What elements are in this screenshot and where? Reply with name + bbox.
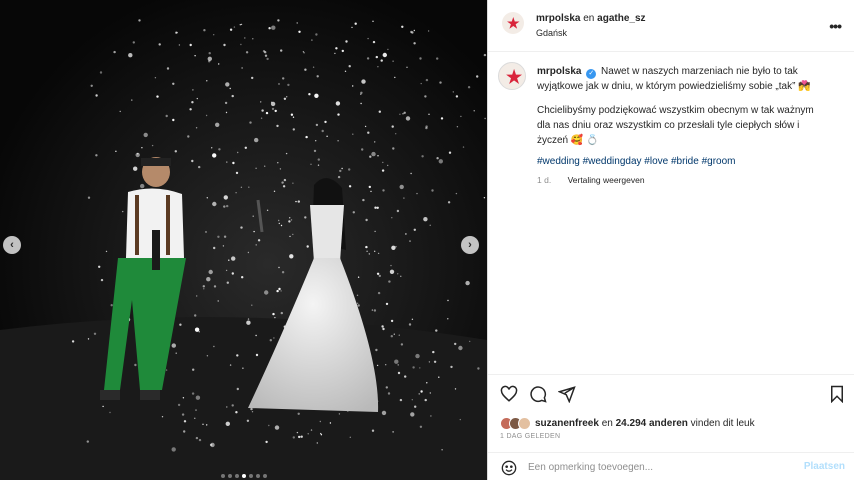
likes-suffix: vinden dit leuk [690, 417, 755, 429]
star-logo-icon: ★ [506, 67, 523, 87]
likes-text: suzanenfreek en 24.294 anderen vinden di… [535, 418, 755, 429]
caption-username[interactable]: mrpolska [537, 66, 581, 77]
author-line: mrpolska en agathe_sz [536, 13, 646, 24]
wedding-photo [0, 0, 487, 480]
post-age: 1 d. [537, 175, 552, 185]
bookmark-icon[interactable] [828, 385, 846, 403]
smiley-icon[interactable] [501, 460, 517, 476]
liker-avatar[interactable] [518, 416, 531, 430]
caption-avatar[interactable]: ★ [498, 62, 526, 90]
post-date[interactable]: 1 DAG GELEDEN [500, 433, 560, 440]
post-comment-button[interactable]: Plaatsen [804, 461, 845, 472]
carousel-dot [255, 474, 260, 478]
likes-count[interactable]: 24.294 anderen [616, 418, 688, 429]
comment-bar: Plaatsen [488, 452, 854, 480]
post-header: ★ mrpolska en agathe_sz Gdańsk ••• [488, 0, 854, 52]
caption-hashtags[interactable]: #wedding #weddingday #love #bride #groom [537, 156, 735, 167]
carousel-dot [262, 474, 267, 478]
post-media[interactable]: ‹ › [0, 0, 487, 480]
collaborator-username[interactable]: agathe_sz [597, 13, 645, 24]
translate-link[interactable]: Vertaling weergeven [568, 175, 645, 185]
comment-bubble-icon[interactable] [529, 385, 547, 403]
author-username[interactable]: mrpolska [536, 13, 580, 24]
comment-input[interactable] [528, 459, 788, 475]
next-slide-button[interactable]: › [461, 236, 479, 254]
carousel-dot [241, 474, 246, 478]
star-logo-icon: ★ [507, 15, 520, 31]
carousel-dot [227, 474, 232, 478]
author-avatar[interactable]: ★ [502, 12, 524, 34]
caption-paragraph-1: mrpolska ✓ Nawet w naszych marzeniach ni… [537, 64, 827, 94]
carousel-dot [234, 474, 239, 478]
heart-icon[interactable] [500, 385, 518, 403]
paper-plane-icon[interactable] [558, 385, 576, 403]
likes-row: suzanenfreek en 24.294 anderen vinden di… [500, 415, 755, 431]
caption-area: ★ mrpolska ✓ Nawet w naszych marzeniach … [488, 52, 854, 374]
post-panel: ★ mrpolska en agathe_sz Gdańsk ••• ★ mrp… [487, 0, 854, 480]
carousel-dot [220, 474, 225, 478]
carousel-dots [0, 474, 487, 478]
likes-connector: en [601, 417, 613, 429]
carousel-dot [248, 474, 253, 478]
action-bar [488, 374, 854, 414]
liker-username[interactable]: suzanenfreek [535, 418, 599, 429]
location-link[interactable]: Gdańsk [536, 28, 567, 38]
caption-meta: 1 d. Vertaling weergeven [537, 175, 645, 185]
caption-paragraph-2: Chcielibyśmy podziękować wszystkim obecn… [537, 105, 814, 146]
verified-badge-icon: ✓ [586, 69, 597, 79]
previous-slide-button[interactable]: ‹ [3, 236, 21, 254]
more-horizontal-icon[interactable]: ••• [829, 18, 842, 34]
collab-connector: en [583, 13, 595, 24]
